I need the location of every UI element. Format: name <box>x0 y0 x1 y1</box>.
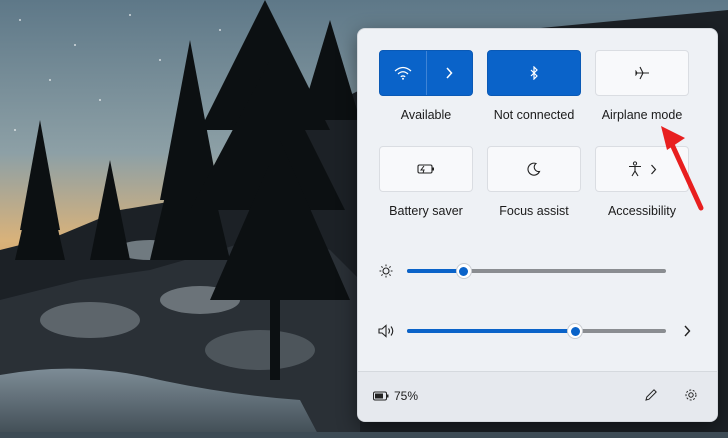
moon-icon <box>527 162 541 176</box>
focus-assist-label: Focus assist <box>499 204 569 218</box>
battery-saver-tile[interactable] <box>379 146 473 192</box>
wifi-tile[interactable] <box>379 50 473 96</box>
volume-slider-fill <box>407 329 576 333</box>
airplane-mode-tile[interactable] <box>595 50 689 96</box>
focus-assist-tile[interactable] <box>487 146 581 192</box>
volume-slider-thumb[interactable] <box>567 323 584 339</box>
chevron-right-icon <box>445 67 453 79</box>
bluetooth-label: Not connected <box>493 108 575 122</box>
annotation-arrow <box>661 126 704 211</box>
speaker-icon <box>378 324 396 338</box>
bluetooth-icon <box>529 66 539 80</box>
brightness-icon <box>379 264 393 278</box>
bluetooth-tile[interactable] <box>487 50 581 96</box>
quick-settings-footer: 75% <box>358 371 717 421</box>
battery-icon[interactable] <box>373 391 389 401</box>
wifi-icon <box>394 66 412 80</box>
volume-slider[interactable] <box>407 329 666 333</box>
gear-icon[interactable] <box>684 388 698 402</box>
battery-saver-icon <box>417 163 435 175</box>
brightness-slider[interactable] <box>407 269 666 273</box>
wifi-expand-button[interactable] <box>427 51 473 95</box>
audio-output-chevron-icon[interactable] <box>683 325 691 337</box>
taskbar-edge <box>0 432 728 438</box>
pencil-icon[interactable] <box>644 388 658 402</box>
wifi-label: Available <box>400 108 452 122</box>
battery-saver-label: Battery saver <box>389 204 463 218</box>
quick-settings-panel: Available Not connected Airplane mode Ba… <box>357 28 718 422</box>
battery-percentage[interactable]: 75% <box>394 389 418 403</box>
wifi-toggle[interactable] <box>380 51 426 95</box>
airplane-icon <box>634 66 650 80</box>
brightness-slider-thumb[interactable] <box>455 263 472 279</box>
accessibility-icon <box>628 161 642 177</box>
